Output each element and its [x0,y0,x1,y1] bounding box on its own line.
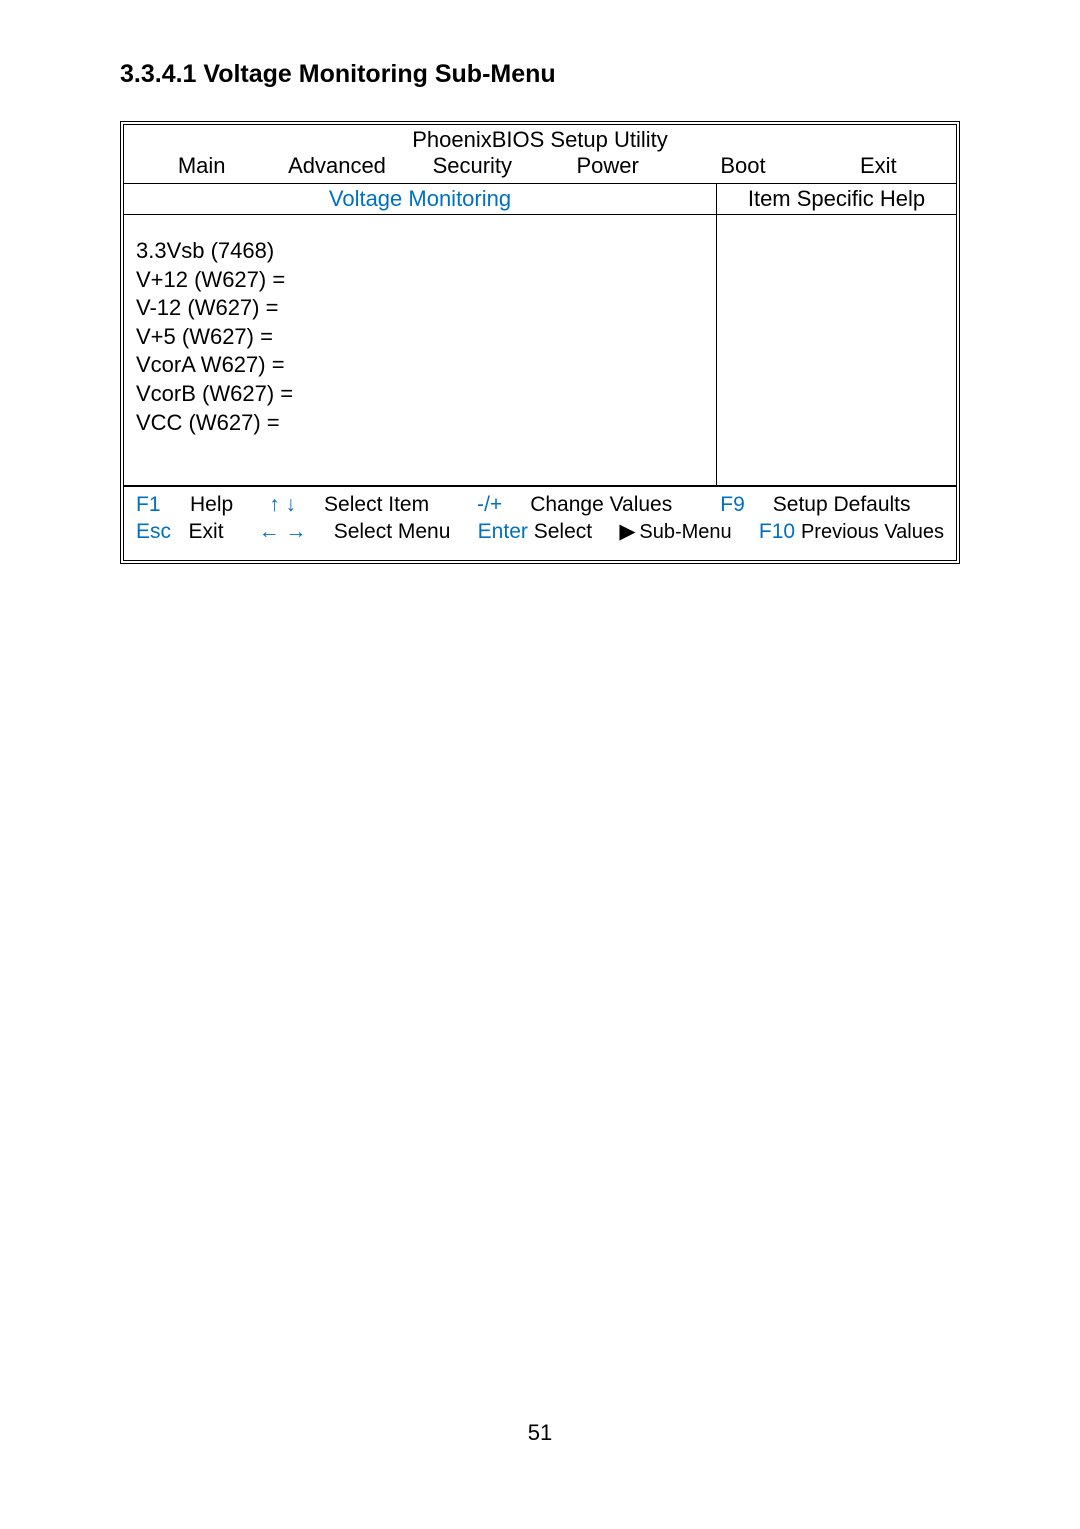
menu-main[interactable]: Main [134,153,269,179]
label-setup-defaults: Setup Defaults [773,493,911,517]
key-esc: Esc [136,520,189,544]
menu-advanced[interactable]: Advanced [269,153,404,179]
reading-row: V+12 (W627) = [136,266,704,295]
bios-subheader-right: Item Specific Help [717,184,956,214]
reading-row: V+5 (W627) = [136,323,704,352]
reading-row: VcorB (W627) = [136,380,704,409]
reading-row: VCC (W627) = [136,409,704,438]
help-panel [717,215,956,485]
bios-footer: F1 Help ↑ ↓ Select Item -/+ Change Value… [124,487,956,560]
reading-row: VcorA W627) = [136,351,704,380]
label-sub-menu: Sub-Menu [639,521,731,544]
key-f1: F1 [136,493,190,517]
reading-row: 3.3Vsb (7468) [136,237,704,266]
bios-subheader-left: Voltage Monitoring [124,184,717,214]
label-select: Select [534,520,592,544]
key-plusminus: -/+ [477,493,502,517]
label-exit: Exit [189,520,224,544]
label-change-values: Change Values [530,493,672,517]
bios-subheader-row: Voltage Monitoring Item Specific Help [124,184,956,214]
bios-utility-title: PhoenixBIOS Setup Utility [124,125,956,153]
voltage-readings: 3.3Vsb (7468) V+12 (W627) = V-12 (W627) … [124,215,717,485]
footer-line-2: Esc Exit ← → Select Menu Enter Select ▶ … [136,519,944,544]
triangle-right-icon: ▶ [619,519,635,544]
reading-row: V-12 (W627) = [136,294,704,323]
menu-power[interactable]: Power [540,153,675,179]
bios-body: 3.3Vsb (7468) V+12 (W627) = V-12 (W627) … [124,215,956,485]
label-select-item: Select Item [324,493,429,517]
menu-security[interactable]: Security [405,153,540,179]
arrows-leftright-icon: ← → [259,520,307,544]
menu-exit[interactable]: Exit [811,153,946,179]
page-number: 51 [0,1420,1080,1446]
section-title: 3.3.4.1 Voltage Monitoring Sub-Menu [120,60,960,89]
arrows-updown-icon: ↑ ↓ [269,493,296,517]
key-f10: F10 [759,520,795,544]
footer-line-1: F1 Help ↑ ↓ Select Item -/+ Change Value… [136,493,944,517]
label-previous-values: Previous Values [801,521,944,544]
menu-boot[interactable]: Boot [675,153,810,179]
key-enter: Enter [478,520,528,544]
label-help: Help [190,493,233,517]
label-select-menu: Select Menu [334,520,451,544]
bios-menu-bar: Main Advanced Security Power Boot Exit [124,153,956,183]
key-f9: F9 [720,493,745,517]
bios-panel: PhoenixBIOS Setup Utility Main Advanced … [120,121,960,564]
